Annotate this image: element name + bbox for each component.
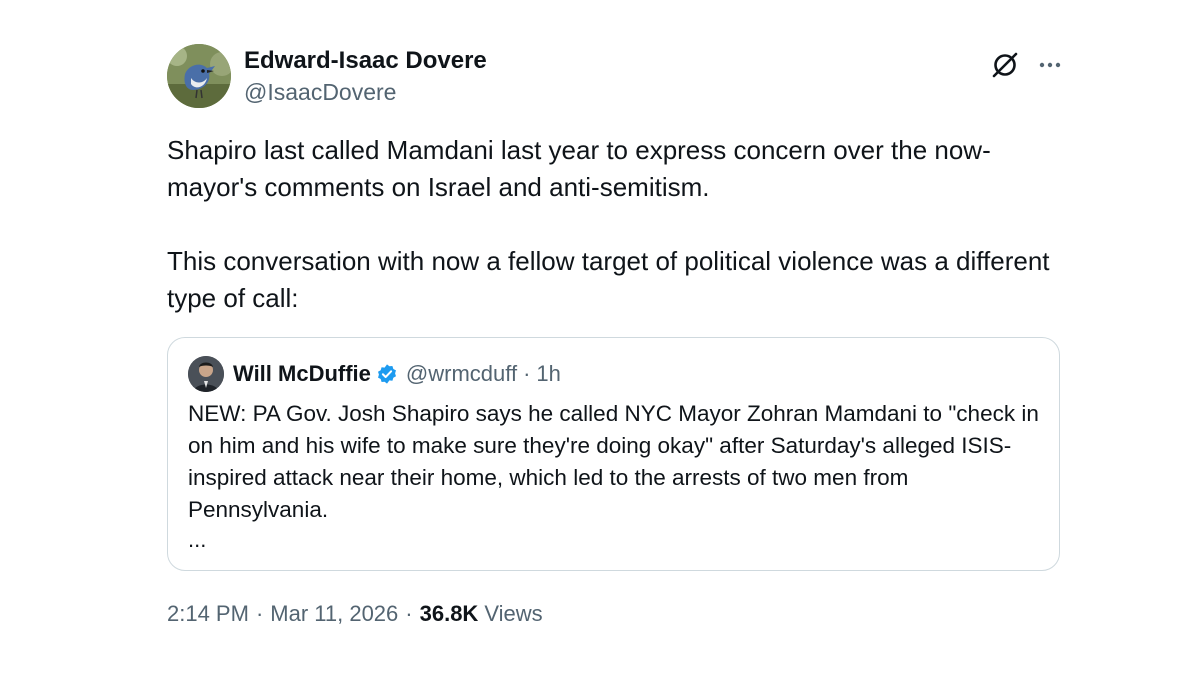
tweet-time[interactable]: 2:14 PM [167,601,249,627]
views-count[interactable]: 36.8K [420,601,479,627]
tweet-header: Edward-Isaac Dovere @IsaacDovere [167,42,1062,112]
more-options-icon[interactable] [1038,53,1062,77]
quoted-author-handle[interactable]: @wrmcduff [406,361,517,387]
verified-badge-icon [376,363,398,385]
quoted-tweet-ellipsis: ... [188,527,207,552]
tweet-date[interactable]: Mar 11, 2026 [270,601,398,627]
bird-photo-icon [167,44,231,108]
tweet-meta: 2:14 PM · Mar 11, 2026 · 36.8K Views [167,601,1062,627]
quoted-tweet[interactable]: Will McDuffie @wrmcduff · 1h NEW: PA Gov… [167,337,1060,571]
author-display-name[interactable]: Edward-Isaac Dovere [244,47,487,75]
author-avatar[interactable] [167,44,231,108]
quoted-author-name[interactable]: Will McDuffie [233,361,371,387]
person-photo-icon [188,356,224,392]
quoted-author-avatar[interactable] [188,356,224,392]
separator-dot: · [405,601,413,626]
quoted-tweet-header: Will McDuffie @wrmcduff · 1h [188,356,1039,392]
tweet-paragraph: This conversation with now a fellow targ… [167,246,1050,313]
tweet-paragraph: Shapiro last called Mamdani last year to… [167,135,991,202]
author-handle[interactable]: @IsaacDovere [244,77,487,107]
quoted-tweet-time[interactable]: 1h [536,361,560,387]
views-label[interactable]: Views [484,601,542,627]
quoted-tweet-text: NEW: PA Gov. Josh Shapiro says he called… [188,401,1039,522]
tweet: Edward-Isaac Dovere @IsaacDovere Shapiro… [167,42,1062,627]
author-names: Edward-Isaac Dovere @IsaacDovere [244,47,487,107]
grok-icon[interactable] [990,50,1020,80]
separator-dot: · [523,361,531,386]
header-actions [990,50,1062,80]
separator-dot: · [255,601,264,626]
tweet-text: Shapiro last called Mamdani last year to… [167,132,1062,317]
